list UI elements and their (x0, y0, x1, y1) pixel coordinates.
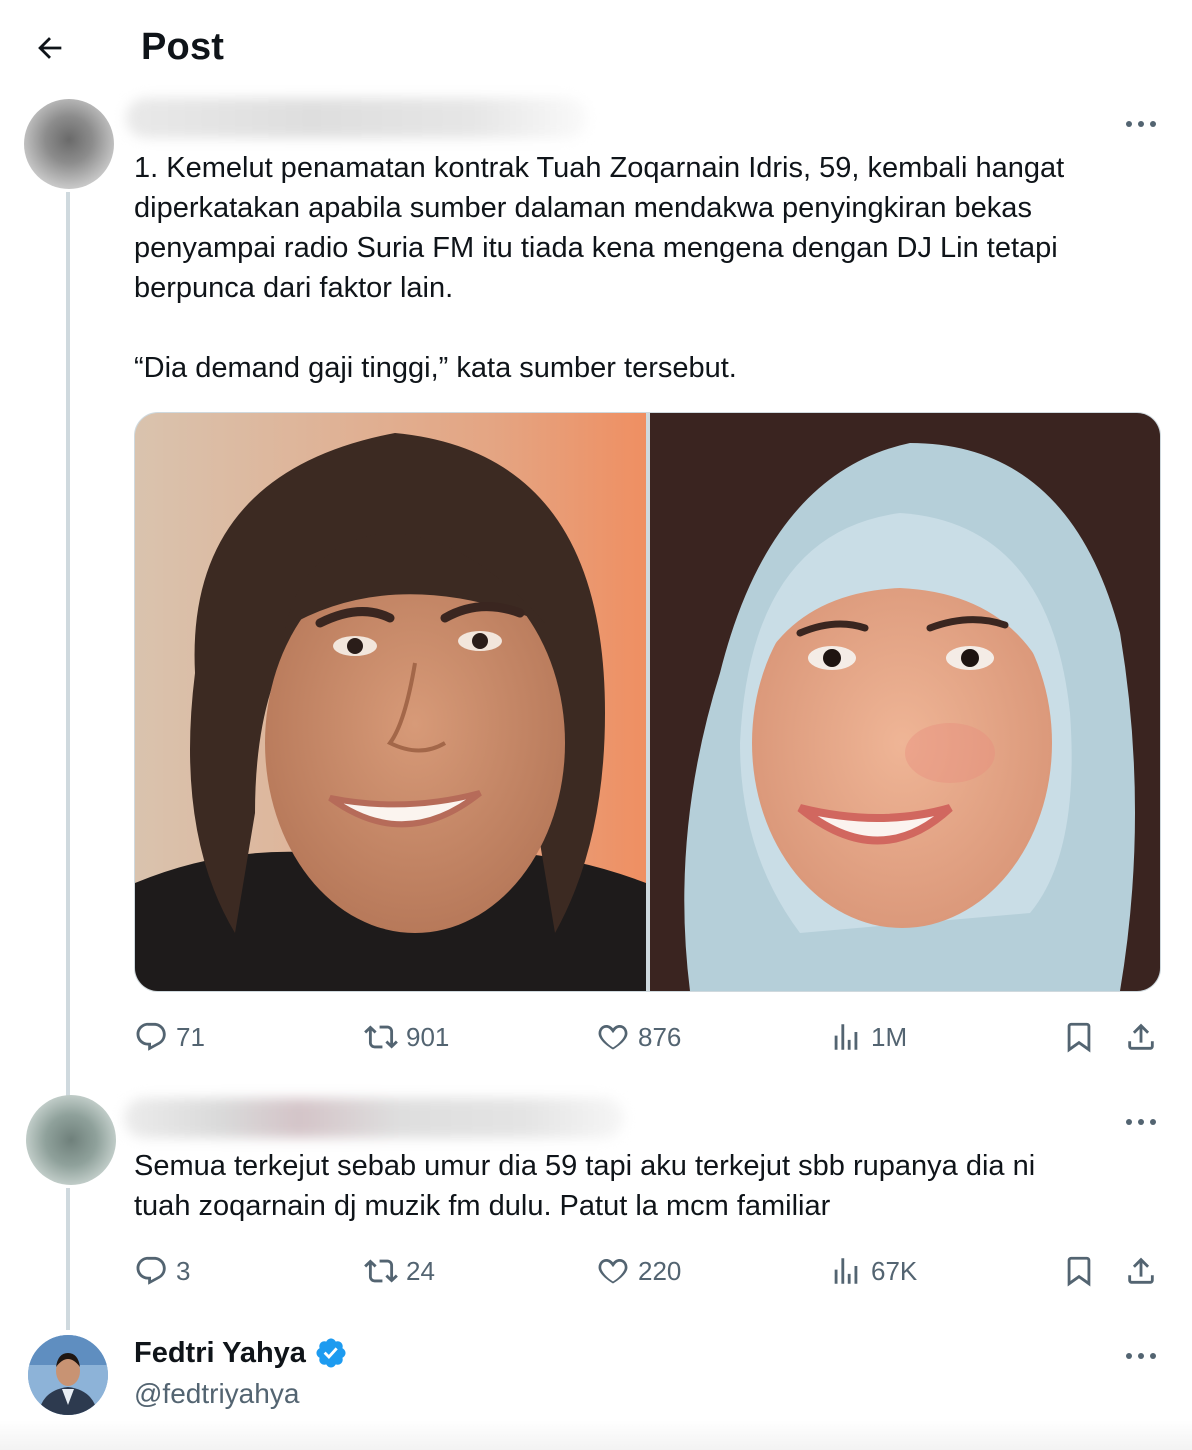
avatar[interactable] (24, 99, 114, 189)
reply-icon (136, 1256, 166, 1285)
share-button[interactable] (1124, 1015, 1158, 1059)
more-horizontal-icon (1126, 121, 1156, 127)
analytics-icon (834, 1258, 858, 1284)
page-title: Post (141, 26, 225, 68)
verified-badge-icon (316, 1338, 346, 1368)
post-text: Semua terkejut sebab umur dia 59 tapi ak… (134, 1150, 1036, 1222)
repost-count: 901 (406, 1021, 450, 1052)
analytics-icon (834, 1024, 858, 1050)
photo-woman[interactable] (650, 413, 1160, 991)
post-text: 1. Kemelut penamatan kontrak Tuah Zoqarn… (134, 152, 1065, 384)
repost-count: 24 (406, 1255, 435, 1286)
media-gallery[interactable] (134, 412, 1161, 992)
more-horizontal-icon (1126, 1119, 1156, 1125)
bookmark-button[interactable] (1062, 1249, 1096, 1293)
heart-icon (598, 1024, 628, 1050)
author-handle[interactable]: @fedtriyahya (134, 1378, 299, 1410)
more-options-button[interactable] (1121, 1344, 1161, 1368)
repost-button[interactable]: 24 (364, 1249, 435, 1293)
thread-line (66, 1188, 70, 1330)
like-count: 876 (638, 1021, 682, 1052)
author-name[interactable]: Fedtri Yahya (134, 1336, 348, 1370)
heart-icon (598, 1258, 628, 1284)
repost-icon (364, 1259, 398, 1283)
avatar[interactable] (26, 1095, 116, 1185)
display-name[interactable]: Fedtri Yahya (134, 1337, 306, 1370)
share-button[interactable] (1124, 1249, 1158, 1293)
arrow-left-icon (38, 37, 62, 59)
like-count: 220 (638, 1255, 682, 1286)
repost-icon (364, 1025, 398, 1049)
more-options-button[interactable] (1121, 1110, 1161, 1134)
post-actions: 3 24 220 67K (134, 1249, 1164, 1293)
more-horizontal-icon (1126, 1353, 1156, 1359)
more-options-button[interactable] (1121, 112, 1161, 136)
bookmark-icon (1067, 1022, 1091, 1053)
avatar-image (28, 1335, 108, 1415)
bookmark-button[interactable] (1062, 1015, 1096, 1059)
bottom-edge (0, 1420, 1192, 1450)
portrait-photo-image (135, 413, 646, 991)
reply-icon (136, 1022, 166, 1051)
reply-count: 3 (176, 1255, 191, 1286)
views-button[interactable]: 1M (829, 1015, 907, 1059)
post-actions: 71 901 876 1M (134, 1015, 1164, 1059)
reply-button[interactable]: 71 (134, 1015, 205, 1059)
like-button[interactable]: 876 (596, 1015, 681, 1059)
view-count: 1M (871, 1021, 908, 1052)
reply-button[interactable]: 3 (134, 1249, 190, 1293)
share-icon (1128, 1257, 1154, 1284)
view-count: 67K (871, 1255, 918, 1286)
author-name-redacted (126, 98, 588, 138)
thread-line (66, 192, 70, 1096)
author-name-redacted (124, 1098, 624, 1138)
portrait-photo-image (650, 413, 1160, 991)
like-button[interactable]: 220 (596, 1249, 681, 1293)
back-button[interactable] (30, 26, 70, 70)
avatar[interactable] (28, 1335, 108, 1415)
top-bar: Post (0, 0, 1192, 96)
share-icon (1128, 1023, 1154, 1050)
reply-count: 71 (176, 1021, 205, 1052)
photo-man[interactable] (135, 413, 646, 991)
repost-button[interactable]: 901 (364, 1015, 449, 1059)
views-button[interactable]: 67K (829, 1249, 917, 1293)
bookmark-icon (1067, 1256, 1091, 1287)
